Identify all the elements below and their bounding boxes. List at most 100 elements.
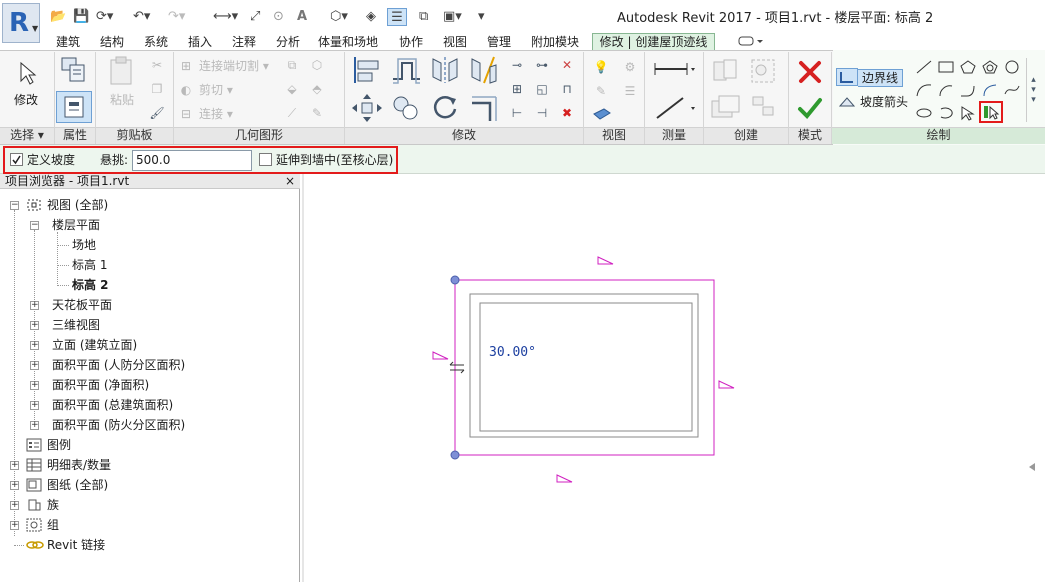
collapse-toggle[interactable]: − bbox=[30, 221, 39, 230]
spline-icon[interactable] bbox=[1002, 81, 1022, 99]
cut-geometry-icon[interactable]: ◐ bbox=[178, 82, 194, 98]
linework-icon[interactable]: ✎ bbox=[592, 82, 610, 100]
tree-area-plan-gross[interactable]: 面积平面 (总建筑面积) bbox=[52, 397, 173, 413]
slope-arrow-icon[interactable] bbox=[838, 93, 856, 111]
demolish-icon[interactable]: ⟋ bbox=[283, 104, 301, 122]
boundary-line-icon[interactable] bbox=[836, 68, 858, 86]
cope-label[interactable]: 连接端切割 ▾ bbox=[199, 58, 269, 74]
tree-revit-links[interactable]: Revit 链接 bbox=[47, 537, 105, 553]
remove-paint-icon[interactable]: ⬘ bbox=[308, 80, 326, 98]
dimension-icon[interactable]: ⤢ bbox=[250, 8, 260, 26]
tree-site[interactable]: 场地 bbox=[72, 237, 96, 253]
scale-icon[interactable]: ◱ bbox=[533, 80, 551, 98]
wall-inner-line[interactable] bbox=[479, 302, 693, 432]
customize-toolbar-icon[interactable]: ▾ bbox=[478, 8, 485, 26]
tab-addins[interactable]: 附加模块 bbox=[531, 34, 579, 51]
expand-toggle[interactable]: + bbox=[30, 421, 39, 430]
view-bulb-icon[interactable] bbox=[592, 105, 612, 123]
tab-collaborate[interactable]: 协作 bbox=[399, 34, 423, 51]
cancel-edit-mode-icon[interactable] bbox=[796, 58, 824, 86]
type-properties-icon[interactable] bbox=[58, 54, 88, 86]
tab-manage[interactable]: 管理 bbox=[487, 34, 511, 51]
expand-toggle[interactable]: + bbox=[30, 361, 39, 370]
open-icon[interactable]: 📂 bbox=[50, 8, 66, 26]
expand-toggle[interactable]: + bbox=[30, 321, 39, 330]
collapse-toggle[interactable]: − bbox=[10, 201, 19, 210]
join-label[interactable]: 连接 ▾ bbox=[199, 106, 233, 122]
sketch-endpoint-handle[interactable] bbox=[450, 275, 460, 285]
slope-symbol-bottom[interactable] bbox=[556, 474, 573, 483]
modify-button-label[interactable]: 修改 bbox=[14, 92, 38, 108]
cut-icon[interactable]: ✂ bbox=[148, 56, 166, 74]
tree-views-all[interactable]: 视图 (全部) bbox=[47, 197, 108, 213]
trim-extend-multiple-icon[interactable]: ⊣ bbox=[533, 104, 551, 122]
mirror-pick-axis-icon[interactable] bbox=[428, 54, 462, 86]
tab-insert[interactable]: 插入 bbox=[188, 34, 212, 51]
properties-icon[interactable] bbox=[56, 91, 92, 123]
tree-families[interactable]: 族 bbox=[47, 497, 59, 513]
pick-walls-icon[interactable] bbox=[979, 101, 1003, 123]
paste-icon[interactable] bbox=[104, 54, 138, 88]
define-slope-checkbox[interactable] bbox=[10, 153, 23, 166]
rectangle-tool-icon[interactable] bbox=[936, 58, 956, 76]
expand-toggle[interactable]: + bbox=[30, 301, 39, 310]
tree-groups[interactable]: 组 bbox=[47, 517, 59, 533]
expand-toggle[interactable]: + bbox=[30, 341, 39, 350]
expand-toggle[interactable]: + bbox=[30, 381, 39, 390]
slope-symbol-left[interactable] bbox=[432, 351, 449, 360]
align-icon[interactable] bbox=[350, 54, 384, 86]
tab-architecture[interactable]: 建筑 bbox=[56, 34, 80, 51]
slope-symbol-right[interactable] bbox=[718, 380, 735, 389]
pin-icon[interactable]: ✎ bbox=[308, 104, 326, 122]
measure-between-icon[interactable] bbox=[651, 58, 697, 80]
pick-lines-icon[interactable] bbox=[958, 104, 978, 122]
measure-quick-icon[interactable]: ⟷▾ bbox=[213, 8, 238, 26]
close-hidden-icon[interactable]: ⧉ bbox=[419, 8, 428, 26]
tree-level-1[interactable]: 标高 1 bbox=[72, 257, 107, 273]
inscribed-polygon-icon[interactable] bbox=[958, 58, 978, 76]
override-icon[interactable]: ⚙ bbox=[621, 58, 639, 76]
paste-label[interactable]: 粘贴 bbox=[110, 92, 134, 108]
wall-joins-icon[interactable]: ⧉ bbox=[283, 56, 301, 74]
offset-icon[interactable] bbox=[389, 54, 423, 86]
tab-modify-create-roof-footprint[interactable]: 修改 | 创建屋顶迹线 bbox=[592, 33, 715, 51]
finish-edit-mode-icon[interactable] bbox=[796, 94, 824, 122]
tree-ceiling-plans[interactable]: 天花板平面 bbox=[52, 297, 112, 313]
wall-outer-line[interactable] bbox=[469, 293, 699, 438]
slope-arrow-button[interactable]: 坡度箭头 bbox=[860, 94, 908, 110]
tree-area-plan-civil-defense[interactable]: 面积平面 (人防分区面积) bbox=[52, 357, 185, 373]
redo-icon[interactable]: ↷▾ bbox=[168, 8, 185, 26]
expand-toggle[interactable]: + bbox=[10, 481, 19, 490]
ellipse-icon[interactable] bbox=[914, 104, 934, 122]
graphics-icon[interactable]: ☰ bbox=[621, 82, 639, 100]
roof-boundary-sketch[interactable] bbox=[454, 279, 715, 456]
tab-systems[interactable]: 系统 bbox=[144, 34, 168, 51]
slope-angle-label[interactable]: 30.00° bbox=[489, 345, 536, 360]
join-icon[interactable]: ⊟ bbox=[178, 106, 194, 122]
drawing-canvas[interactable]: 30.00° bbox=[304, 174, 1045, 582]
tab-view[interactable]: 视图 bbox=[443, 34, 467, 51]
copy-icon[interactable]: ❐ bbox=[148, 80, 166, 98]
tree-3d-views[interactable]: 三维视图 bbox=[52, 317, 100, 333]
boundary-line-button[interactable]: 边界线 bbox=[858, 69, 904, 87]
extend-into-wall-checkbox[interactable] bbox=[259, 153, 272, 166]
expand-toggle[interactable]: + bbox=[10, 521, 19, 530]
hide-bulb-icon[interactable]: 💡 bbox=[592, 58, 610, 76]
create-group-icon[interactable] bbox=[748, 56, 778, 86]
circle-tool-icon[interactable] bbox=[1002, 58, 1022, 76]
undo-icon[interactable]: ↶▾ bbox=[133, 8, 150, 26]
copy-element-icon[interactable] bbox=[389, 92, 423, 124]
aligned-dimension-icon[interactable] bbox=[651, 94, 697, 122]
tab-analyze[interactable]: 分析 bbox=[276, 34, 300, 51]
split-face-icon[interactable]: ⬡ bbox=[308, 56, 326, 74]
create-assembly-icon[interactable] bbox=[708, 92, 744, 122]
start-end-arc-icon[interactable] bbox=[914, 81, 934, 99]
tab-massing-site[interactable]: 体量和场地 bbox=[318, 34, 378, 51]
group-label-select[interactable]: 选择 ▾ bbox=[0, 128, 54, 143]
slope-symbol-top[interactable] bbox=[597, 256, 614, 265]
move-icon[interactable] bbox=[350, 92, 384, 124]
sketch-endpoint-handle[interactable] bbox=[450, 450, 460, 460]
tab-annotate[interactable]: 注释 bbox=[232, 34, 256, 51]
switch-windows-icon[interactable]: ▣▾ bbox=[443, 8, 462, 26]
save-icon[interactable]: 💾 bbox=[73, 8, 89, 26]
